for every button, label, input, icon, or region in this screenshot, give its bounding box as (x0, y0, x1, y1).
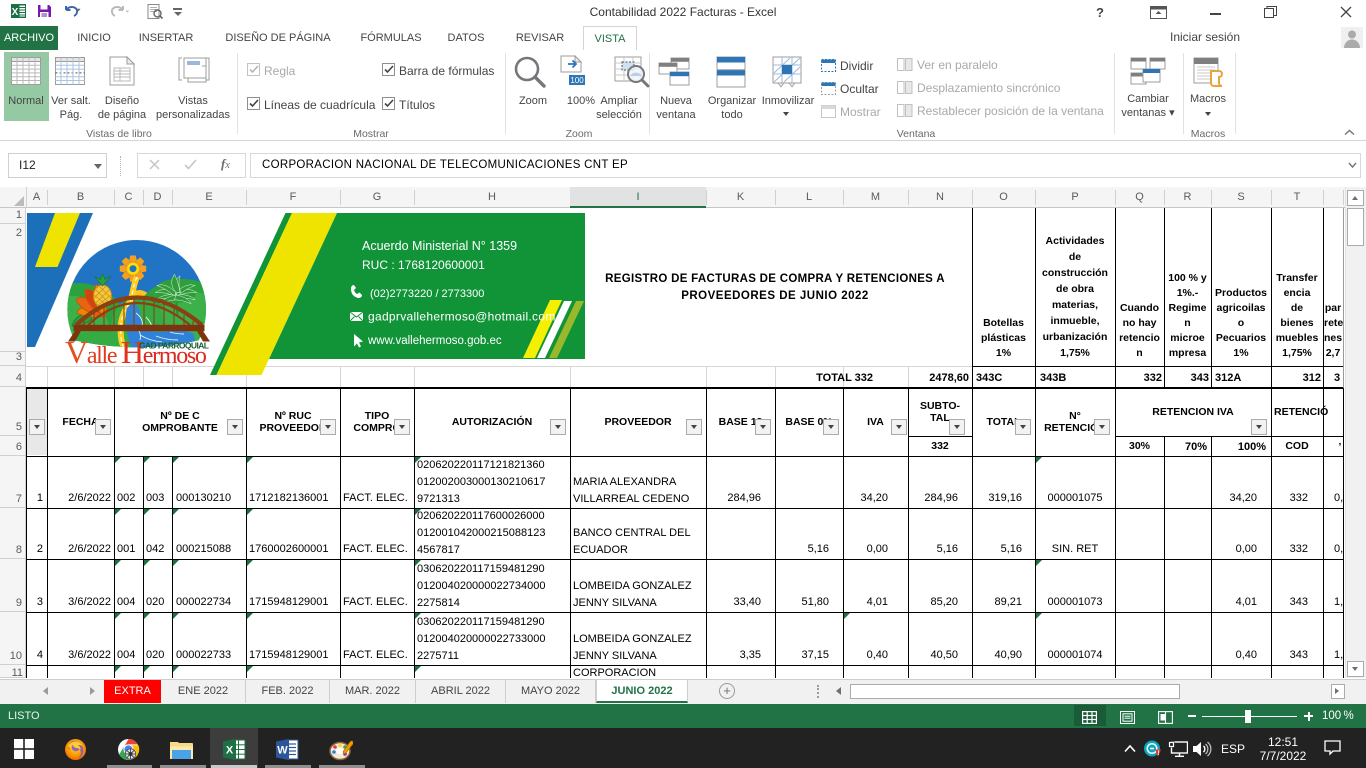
svg-text:GAD PARROQUIAL: GAD PARROQUIAL (139, 341, 209, 351)
svg-text:!: ! (1158, 751, 1160, 757)
svg-text:gadprvallehermoso@hotmail.com: gadprvallehermoso@hotmail.com (368, 310, 556, 324)
svg-text:X: X (226, 745, 234, 757)
svg-text:RUC : 1768120600001: RUC : 1768120600001 (362, 258, 485, 272)
svg-text:100: 100 (570, 76, 584, 85)
svg-text:www.vallehermoso.gob.ec: www.vallehermoso.gob.ec (367, 335, 502, 347)
svg-text:Acuerdo Ministerial N° 1359: Acuerdo Ministerial N° 1359 (362, 239, 517, 253)
svg-text:(02)2773220 / 2773300: (02)2773220 / 2773300 (370, 288, 484, 300)
svg-text:W: W (277, 745, 288, 757)
